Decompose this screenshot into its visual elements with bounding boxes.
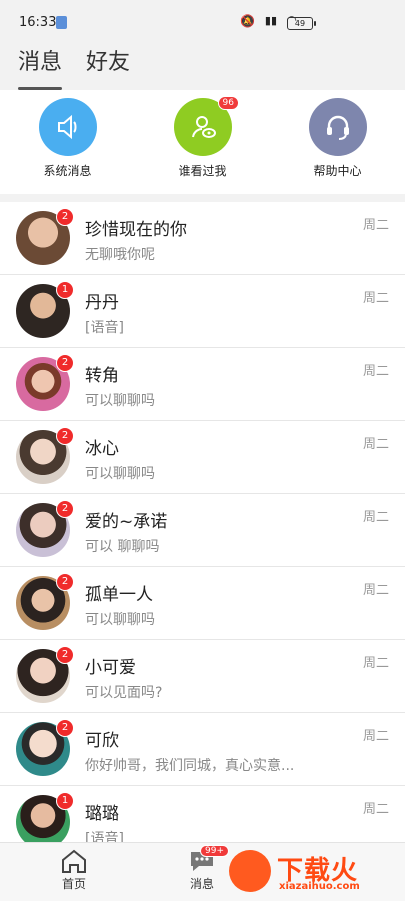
- list-item[interactable]: 2 珍惜现在的你 无聊哦你呢 周二: [0, 202, 405, 275]
- viewer-eye-icon: 96: [173, 96, 239, 156]
- nav-home[interactable]: 首页: [44, 847, 104, 892]
- messages-nav-badge: 99+: [200, 845, 229, 857]
- message-list: 2 珍惜现在的你 无聊哦你呢 周二 1 丹丹 [语音] 周二 2 转角 可以聊聊…: [0, 202, 405, 842]
- list-item[interactable]: 2 孤单一人 可以聊聊吗 周二: [0, 567, 405, 640]
- tab-messages[interactable]: 消息: [18, 44, 63, 90]
- message-time: 周二: [362, 802, 389, 817]
- unread-badge: 2: [56, 208, 74, 226]
- contact-name: 爱的~承诺: [85, 512, 168, 532]
- status-bar: 16:33 🔕 ▮▮ ◠ 49: [0, 0, 405, 40]
- list-item[interactable]: 2 爱的~承诺 可以 聊聊吗 周二: [0, 494, 405, 567]
- who-viewed-me-button[interactable]: 96 谁看过我: [143, 90, 263, 194]
- contact-name: 可欣: [85, 731, 119, 751]
- message-preview: 可以见面吗?: [85, 685, 163, 701]
- message-preview: 可以聊聊吗: [85, 466, 155, 482]
- unread-badge: 2: [56, 646, 74, 664]
- message-time: 周二: [362, 583, 389, 598]
- message-preview: 可以聊聊吗: [85, 612, 155, 628]
- unread-badge: 2: [56, 427, 74, 445]
- battery-icon: 49: [287, 17, 316, 30]
- tab-friends[interactable]: 好友: [86, 44, 130, 84]
- contact-name: 小可爱: [85, 658, 136, 678]
- contact-name: 珍惜现在的你: [85, 220, 187, 240]
- contact-name: 冰心: [85, 439, 119, 459]
- contact-name: 孤单一人: [85, 585, 153, 605]
- message-preview: 可以聊聊吗: [85, 393, 155, 409]
- speaker-icon: [38, 98, 97, 156]
- flame-icon: [229, 850, 271, 892]
- message-preview: [语音]: [85, 831, 124, 842]
- unread-badge: 2: [56, 573, 74, 591]
- unread-badge: 2: [56, 354, 74, 372]
- message-time: 周二: [362, 729, 389, 744]
- message-time: 周二: [362, 656, 389, 671]
- list-item[interactable]: 2 可欣 你好帅哥，我们同城，真心实意... 周二: [0, 713, 405, 786]
- contact-name: 转角: [85, 366, 119, 386]
- viewers-badge: 96: [217, 96, 239, 110]
- unread-badge: 1: [56, 281, 74, 299]
- nav-home-label: 首页: [61, 877, 86, 891]
- contact-name: 丹丹: [85, 293, 119, 313]
- contact-name: 璐璐: [85, 804, 119, 824]
- system-messages-button[interactable]: 系统消息: [8, 90, 128, 194]
- message-time: 周二: [362, 437, 389, 452]
- list-item[interactable]: 1 璐璐 [语音] 周二: [0, 786, 405, 842]
- quick-actions: 系统消息 96 谁看过我 帮助中心: [0, 90, 405, 194]
- list-item[interactable]: 2 转角 可以聊聊吗 周二: [0, 348, 405, 421]
- system-messages-label: 系统消息: [43, 164, 92, 178]
- who-viewed-me-label: 谁看过我: [178, 164, 227, 178]
- bluetooth-icon: [56, 16, 67, 29]
- message-time: 周二: [362, 364, 389, 379]
- message-preview: 可以 聊聊吗: [85, 539, 160, 555]
- help-center-button[interactable]: 帮助中心: [278, 90, 398, 194]
- message-preview: 你好帅哥，我们同城，真心实意...: [85, 758, 295, 774]
- mute-icon: 🔕: [240, 14, 255, 28]
- message-preview: 无聊哦你呢: [85, 247, 155, 263]
- watermark-url: xiazaihuo.com: [279, 881, 360, 892]
- headset-icon: [308, 98, 367, 156]
- help-center-label: 帮助中心: [313, 164, 362, 178]
- nav-messages-label: 消息: [189, 877, 214, 891]
- unread-badge: 2: [56, 719, 74, 737]
- nav-messages[interactable]: 99+ 消息: [172, 845, 232, 892]
- signal-icon: ▮▮: [264, 14, 277, 27]
- list-item[interactable]: 2 冰心 可以聊聊吗 周二: [0, 421, 405, 494]
- message-time: 周二: [362, 218, 389, 233]
- list-item[interactable]: 2 小可爱 可以见面吗? 周二: [0, 640, 405, 713]
- top-tabs: 消息 好友: [18, 44, 130, 90]
- unread-badge: 2: [56, 500, 74, 518]
- status-time: 16:33: [19, 15, 57, 30]
- message-preview: [语音]: [85, 320, 124, 336]
- message-time: 周二: [362, 510, 389, 525]
- watermark-logo: 下载火 xiazaihuo.com: [229, 848, 399, 894]
- message-time: 周二: [362, 291, 389, 306]
- unread-badge: 1: [56, 792, 74, 810]
- home-icon: [62, 849, 86, 873]
- list-item[interactable]: 1 丹丹 [语音] 周二: [0, 275, 405, 348]
